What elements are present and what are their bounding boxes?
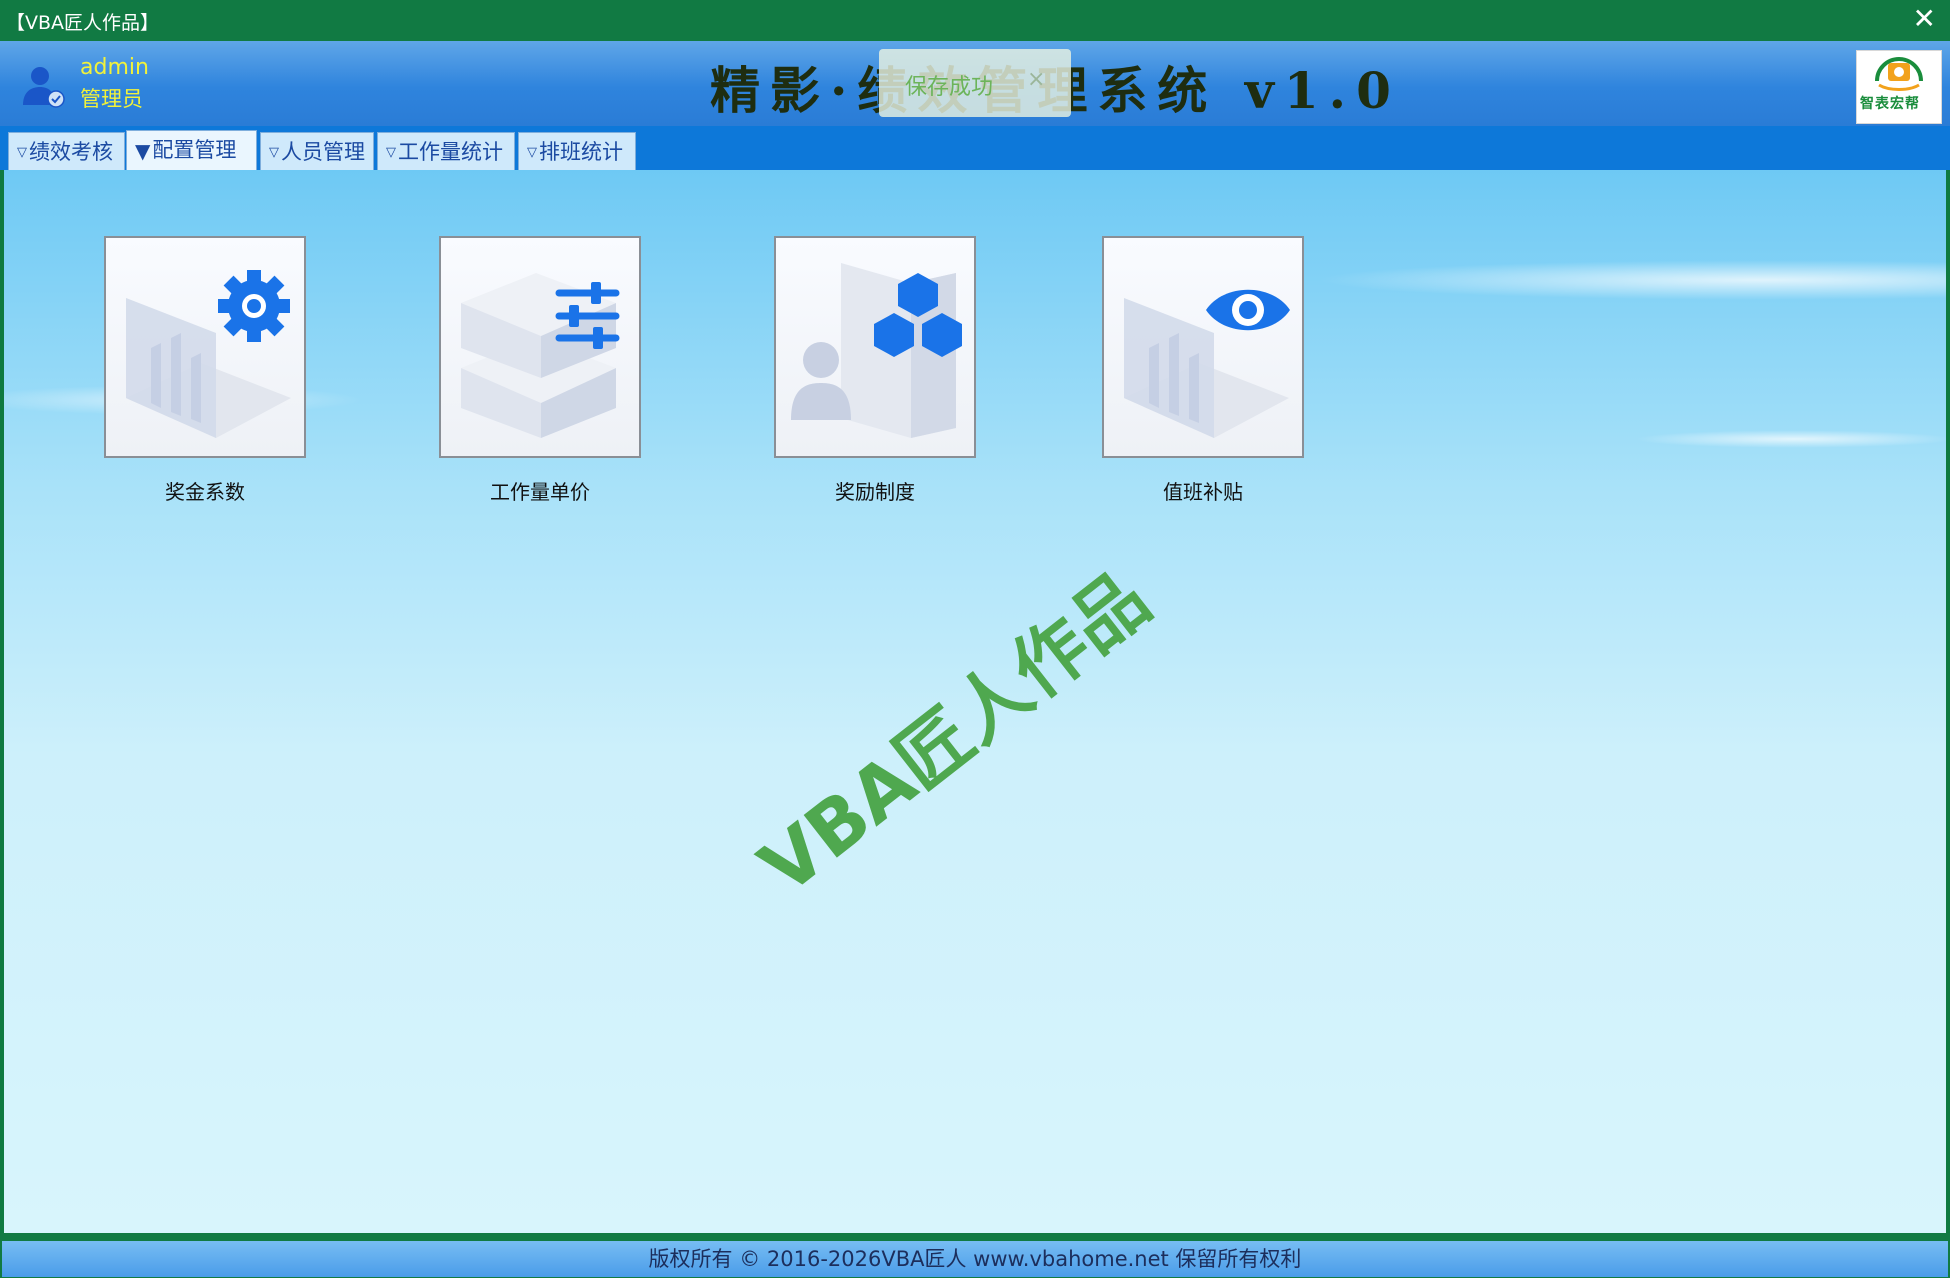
tab-label: 排班统计 — [539, 140, 623, 164]
logo-emblem-icon — [1875, 57, 1923, 91]
user-role: 管理员 — [80, 87, 143, 111]
close-icon[interactable]: ✕ — [1913, 4, 1936, 34]
logo-text: 智表宏帮 — [1860, 96, 1920, 112]
window-titlebar: 【VBA匠人作品】 ✕ — [0, 0, 1950, 41]
watermark: VBA匠人作品 — [744, 555, 1166, 912]
tile-label-bonus-coefficient: 奖金系数 — [165, 480, 245, 504]
reward-policy-icon — [791, 263, 962, 438]
tab-arrow-icon: ▼ — [135, 139, 151, 163]
tab-label: 绩效考核 — [29, 140, 113, 164]
background-cloud — [1314, 260, 1946, 300]
user-name: admin — [80, 55, 149, 80]
tab-workload-stats[interactable]: ▽工作量统计 — [377, 132, 515, 170]
tab-staff-management[interactable]: ▽人员管理 — [260, 132, 374, 170]
tab-arrow-icon: ▽ — [17, 145, 27, 160]
tab-arrow-icon: ▽ — [386, 145, 396, 160]
tab-strip: ▽绩效考核 ▼配置管理 ▽人员管理 ▽工作量统计 ▽排班统计 — [0, 126, 1950, 170]
tile-label-reward-policy: 奖励制度 — [835, 480, 915, 504]
tab-config-management[interactable]: ▼配置管理 — [126, 130, 257, 170]
save-success-toast: 保存成功 × — [879, 49, 1071, 117]
workload-price-icon — [461, 273, 620, 438]
brand-logo: 智表宏帮 — [1856, 50, 1942, 124]
toast-message: 保存成功 — [905, 75, 994, 100]
tab-label: 人员管理 — [281, 140, 365, 164]
tile-label-duty-allowance: 值班补贴 — [1163, 480, 1243, 504]
background-cloud — [1634, 430, 1946, 448]
config-panel: 奖金系数 工作量单价 奖励制度 值班补贴 VBA匠人作品 — [4, 170, 1946, 1233]
app-header: admin 管理员 精影·绩效管理系统 v1.0 保存成功 × 智表宏帮 — [0, 41, 1950, 126]
footer: 版权所有 © 2016-2026VBA匠人 www.vbahome.net 保留… — [0, 1233, 1950, 1278]
tile-workload-price[interactable] — [439, 236, 641, 458]
tile-bonus-coefficient[interactable] — [104, 236, 306, 458]
tile-reward-policy[interactable] — [774, 236, 976, 458]
window-title: 【VBA匠人作品】 — [6, 12, 160, 34]
bonus-coefficient-icon — [126, 270, 291, 438]
tile-duty-allowance[interactable] — [1102, 236, 1304, 458]
copyright-text: 版权所有 © 2016-2026VBA匠人 www.vbahome.net 保留… — [2, 1241, 1948, 1277]
toast-close-icon[interactable]: × — [1027, 67, 1045, 92]
tile-label-workload-price: 工作量单价 — [490, 480, 590, 504]
tab-shift-stats[interactable]: ▽排班统计 — [518, 132, 636, 170]
tab-label: 配置管理 — [152, 138, 237, 162]
tab-performance-review[interactable]: ▽绩效考核 — [8, 132, 125, 170]
duty-allowance-icon — [1124, 289, 1290, 438]
tab-arrow-icon: ▽ — [269, 145, 279, 160]
user-admin-icon — [23, 67, 65, 108]
tab-label: 工作量统计 — [398, 140, 503, 164]
tab-arrow-icon: ▽ — [527, 145, 537, 160]
